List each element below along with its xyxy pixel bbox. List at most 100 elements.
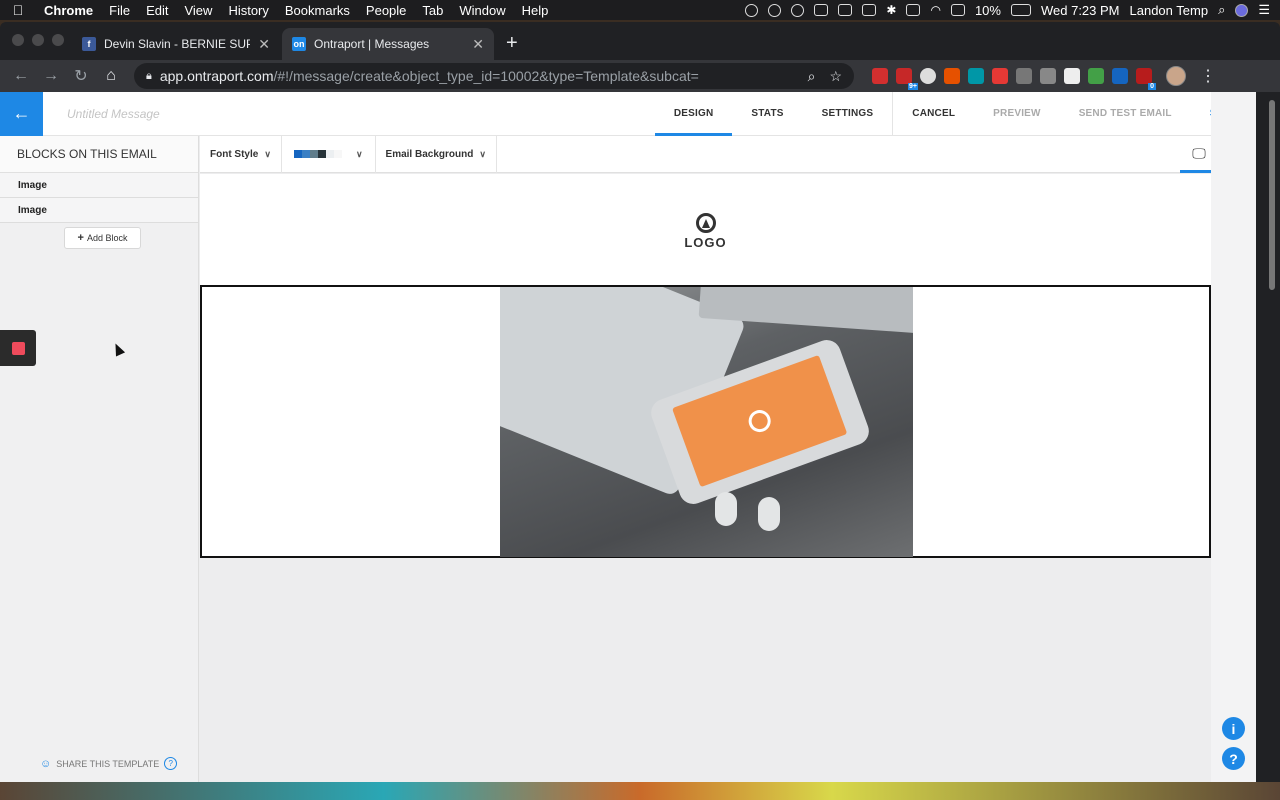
stop-icon <box>11 341 25 355</box>
extension-icon-9[interactable] <box>1064 68 1080 84</box>
share-template-link[interactable]: ☺ SHARE THIS TEMPLATE ? <box>40 757 178 770</box>
close-window-button[interactable] <box>12 34 24 46</box>
window-controls <box>12 34 64 46</box>
url-text[interactable]: app.ontraport.com/#!/message/create&obje… <box>160 68 699 84</box>
swatch <box>333 150 342 158</box>
menu-people[interactable]: People <box>358 3 414 18</box>
back-icon[interactable]: ← <box>8 67 34 85</box>
extension-icon-5[interactable] <box>968 68 984 84</box>
battery-percent[interactable]: 10% <box>975 3 1001 18</box>
extension-icon-8[interactable] <box>1040 68 1056 84</box>
chevron-down-icon: ∨ <box>355 148 363 159</box>
forward-icon[interactable]: → <box>38 67 64 85</box>
menu-app-name[interactable]: Chrome <box>36 3 101 18</box>
home-icon[interactable]: ⌂ <box>98 67 124 85</box>
tab-design[interactable]: DESIGN <box>654 92 733 136</box>
battery-icon[interactable] <box>1010 4 1031 16</box>
blocks-sidebar: BLOCKS ON THIS EMAIL Image Image + Add B… <box>0 136 199 782</box>
spotlight-search-icon[interactable]: ⌕ <box>1218 2 1225 18</box>
profile-avatar[interactable] <box>1166 66 1186 86</box>
menu-tab[interactable]: Tab <box>414 3 451 18</box>
users-icon: ☺ <box>40 757 52 770</box>
logo-block[interactable]: LOGO <box>200 174 1211 285</box>
page-scrollbar[interactable] <box>1269 100 1275 290</box>
image-block-selected[interactable] <box>200 285 1211 558</box>
chevron-down-icon: ∨ <box>264 148 271 159</box>
add-block-button[interactable]: + Add Block <box>64 227 141 249</box>
close-tab-icon[interactable]: ✕ <box>472 36 484 53</box>
extension-icon-4[interactable] <box>944 68 960 84</box>
swatch <box>301 150 310 158</box>
extension-icon-6[interactable] <box>992 68 1008 84</box>
creative-cloud-icon[interactable] <box>745 3 759 17</box>
status-app-icon[interactable] <box>768 3 782 17</box>
grid-icon[interactable] <box>862 4 877 16</box>
font-style-label: Font Style <box>210 148 259 160</box>
paperclip-icon[interactable] <box>838 4 853 16</box>
logo-text: LOGO <box>684 235 727 250</box>
address-bar[interactable]: 🔒︎ app.ontraport.com/#!/message/create&o… <box>134 63 854 89</box>
record-widget[interactable] <box>0 330 36 366</box>
extension-icon-2[interactable]: 9+ <box>896 68 918 90</box>
extension-icon-1[interactable] <box>872 68 888 84</box>
clock[interactable]: Wed 7:23 PM <box>1041 3 1120 18</box>
extension-icon-10[interactable] <box>1088 68 1104 84</box>
menu-edit[interactable]: Edit <box>138 3 176 18</box>
apple-icon[interactable]:  <box>0 2 36 18</box>
menu-view[interactable]: View <box>176 3 220 18</box>
url-path: /#!/message/create&object_type_id=10002&… <box>273 68 699 84</box>
airplay-icon[interactable] <box>950 4 965 16</box>
extension-icon-12[interactable]: 0 <box>1136 68 1156 90</box>
menu-file[interactable]: File <box>101 3 138 18</box>
preview-button[interactable]: PREVIEW <box>974 92 1060 136</box>
tab-ontraport[interactable]: on Ontraport | Messages ✕ <box>282 28 494 60</box>
info-icon[interactable]: i <box>1222 717 1245 740</box>
zoom-window-button[interactable] <box>52 34 64 46</box>
palette-swatches <box>293 150 342 158</box>
extension-icon-3[interactable] <box>920 68 936 84</box>
close-tab-icon[interactable]: ✕ <box>258 36 270 53</box>
message-title[interactable]: Untitled Message <box>67 107 160 121</box>
font-style-dropdown[interactable]: Font Style ∨ <box>200 135 282 173</box>
tab-settings[interactable]: SETTINGS <box>803 92 893 136</box>
minimize-window-button[interactable] <box>32 34 44 46</box>
headphones-icon <box>745 406 774 436</box>
logo-icon <box>695 213 716 233</box>
extension-icon-11[interactable] <box>1112 68 1128 84</box>
wifi-icon[interactable]: ◠ <box>930 3 940 17</box>
menu-bookmarks[interactable]: Bookmarks <box>277 3 358 18</box>
new-tab-button[interactable]: + <box>506 32 518 55</box>
share-label: SHARE THIS TEMPLATE <box>56 758 160 769</box>
cloud-icon[interactable] <box>791 3 805 17</box>
user-name[interactable]: Landon Temp <box>1130 3 1209 18</box>
siri-icon[interactable] <box>1235 3 1249 17</box>
notification-center-icon[interactable]: ☰ <box>1258 2 1270 18</box>
status-app-icon-2[interactable] <box>814 4 829 16</box>
help-icon[interactable]: ? <box>164 757 178 770</box>
reload-icon[interactable]: ↻ <box>68 66 94 86</box>
facebook-icon: f <box>82 37 96 51</box>
tab-stats[interactable]: STATS <box>732 92 802 136</box>
menu-history[interactable]: History <box>220 3 276 18</box>
extension-badge: 0 <box>1148 83 1156 90</box>
keyboard-icon[interactable] <box>906 4 921 16</box>
bluetooth-icon[interactable]: ✱ <box>886 3 896 17</box>
color-palette-dropdown[interactable]: ∨ <box>282 135 376 173</box>
chrome-menu-icon[interactable]: ⋮ <box>1200 66 1216 86</box>
block-item[interactable]: Image <box>0 173 198 198</box>
desktop-background <box>0 782 1280 800</box>
cancel-button[interactable]: CANCEL <box>893 92 974 136</box>
menu-help[interactable]: Help <box>514 3 557 18</box>
lock-icon[interactable]: 🔒︎ <box>146 70 152 83</box>
zoom-icon[interactable]: ⌕ <box>808 68 816 85</box>
email-background-dropdown[interactable]: Email Background ∨ <box>376 135 497 173</box>
block-item[interactable]: Image <box>0 198 198 223</box>
bookmark-star-icon[interactable]: ☆ <box>829 68 842 85</box>
menu-window[interactable]: Window <box>451 3 513 18</box>
add-block-label: Add Block <box>86 233 128 243</box>
back-arrow-icon[interactable]: ← <box>0 91 43 136</box>
extension-icon-7[interactable] <box>1016 68 1032 84</box>
tab-facebook[interactable]: f Devin Slavin - BERNIE SUPPOR ✕ <box>72 28 280 60</box>
help-icon[interactable]: ? <box>1222 747 1245 770</box>
send-test-email-button[interactable]: SEND TEST EMAIL <box>1060 92 1191 136</box>
